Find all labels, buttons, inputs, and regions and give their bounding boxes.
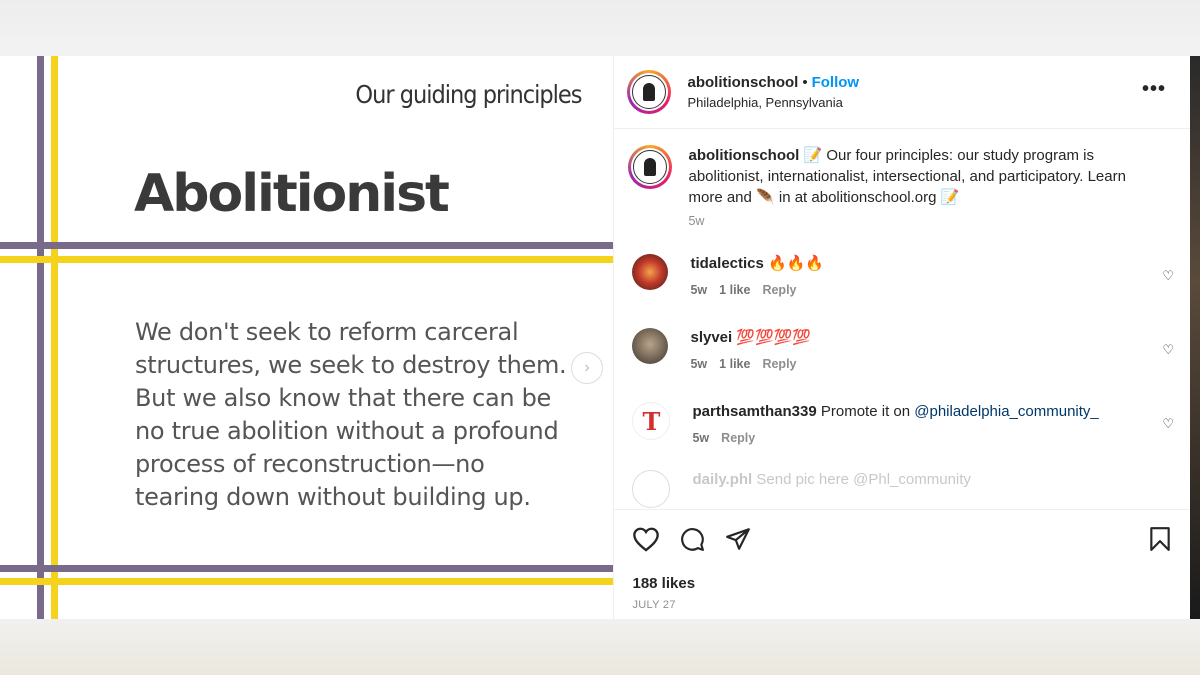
next-slide-button[interactable]: ›	[571, 352, 603, 384]
purple-vertical-stripe	[37, 56, 44, 619]
background-photo-edge	[1190, 56, 1200, 619]
comment-username[interactable]: tidalectics	[690, 255, 763, 272]
comments-list[interactable]: abolitionschool 📝 Our four principles: o…	[614, 129, 1190, 509]
commenter-avatar[interactable]: T	[632, 402, 671, 440]
comment-heart-icon[interactable]: ♡	[1162, 416, 1174, 432]
post-header: abolitionschool • Follow Philadelphia, Pen…	[614, 56, 1190, 129]
comment-username[interactable]: parthsamthan339	[692, 403, 816, 420]
comment-item: slyvei 💯💯💯💯 5w 1 like Reply ♡	[614, 328, 1190, 374]
share-icon[interactable]	[724, 526, 752, 556]
comment-username[interactable]: slyvei	[690, 329, 732, 346]
yellow-horizontal-stripe-bottom	[0, 578, 614, 585]
comment-text: 💯💯💯💯	[736, 329, 812, 346]
purple-horizontal-stripe-top	[0, 242, 614, 249]
like-heart-icon[interactable]	[632, 526, 660, 556]
author-username[interactable]: abolitionschool	[687, 74, 798, 91]
comment-heart-icon[interactable]: ♡	[1162, 268, 1174, 284]
author-avatar[interactable]	[627, 70, 672, 114]
slide-title: Our guiding principles	[355, 80, 582, 109]
abolition-school-logo	[632, 75, 667, 109]
yellow-vertical-stripe	[51, 56, 58, 619]
likes-count[interactable]: 188 likes	[632, 575, 695, 592]
slide-body-text: We don't seek to reform carceral structu…	[135, 318, 567, 511]
comment-username[interactable]: daily.phl	[692, 471, 752, 488]
post-side-panel: abolitionschool • Follow Philadelphia, Pen…	[613, 56, 1190, 619]
abolition-school-logo	[633, 150, 668, 184]
comment-text: Send pic here	[756, 471, 849, 488]
comment-icon[interactable]	[678, 526, 706, 556]
comment-item-partial: daily.phl Send pic here @Phl_community	[614, 470, 1190, 508]
comment-time[interactable]: 5w	[690, 283, 707, 297]
slide-heading: Abolitionist	[134, 164, 450, 224]
comment-likes[interactable]: 1 like	[719, 283, 750, 297]
comment-mention-link[interactable]: @Phl_community	[853, 471, 971, 488]
commenter-avatar[interactable]	[632, 328, 669, 364]
comment-text: Promote it on	[820, 403, 911, 420]
commenter-avatar[interactable]	[632, 470, 671, 508]
caption-username[interactable]: abolitionschool	[688, 147, 799, 164]
comment-mention-link[interactable]: @philadelphia_community_	[914, 403, 1099, 420]
post-date[interactable]: JULY 27	[632, 599, 675, 611]
caption-author-avatar[interactable]	[628, 145, 673, 189]
commenter-avatar[interactable]	[632, 254, 669, 290]
yellow-horizontal-stripe-top	[0, 256, 614, 263]
instagram-post-modal: Our guiding principles Abolitionist We d…	[0, 56, 1190, 619]
comment-text: 🔥🔥🔥	[768, 255, 825, 272]
more-options-icon[interactable]: •••	[1142, 78, 1166, 101]
chevron-right-icon: ›	[584, 359, 590, 376]
comment-likes[interactable]: 1 like	[719, 357, 750, 371]
bookmark-icon[interactable]	[1148, 526, 1172, 556]
purple-horizontal-stripe-bottom	[0, 565, 614, 572]
follow-button[interactable]: Follow	[812, 74, 860, 91]
post-caption: abolitionschool 📝 Our four principles: o…	[614, 129, 1190, 228]
comment-item: tidalectics 🔥🔥🔥 5w 1 like Reply ♡	[614, 254, 1190, 300]
separator-dot: •	[802, 74, 808, 91]
caption-time[interactable]: 5w	[688, 214, 704, 228]
reply-button[interactable]: Reply	[721, 431, 755, 445]
post-image-slide: Our guiding principles Abolitionist We d…	[0, 56, 614, 619]
comment-time[interactable]: 5w	[690, 357, 707, 371]
comment-heart-icon[interactable]: ♡	[1162, 342, 1174, 358]
comment-item: T parthsamthan339 Promote it on @philade…	[614, 402, 1190, 448]
comment-time[interactable]: 5w	[692, 431, 709, 445]
post-location[interactable]: Philadelphia, Pennsylvania	[687, 95, 859, 110]
post-actions: 188 likes JULY 27	[614, 509, 1190, 620]
reply-button[interactable]: Reply	[762, 283, 796, 297]
reply-button[interactable]: Reply	[762, 357, 796, 371]
